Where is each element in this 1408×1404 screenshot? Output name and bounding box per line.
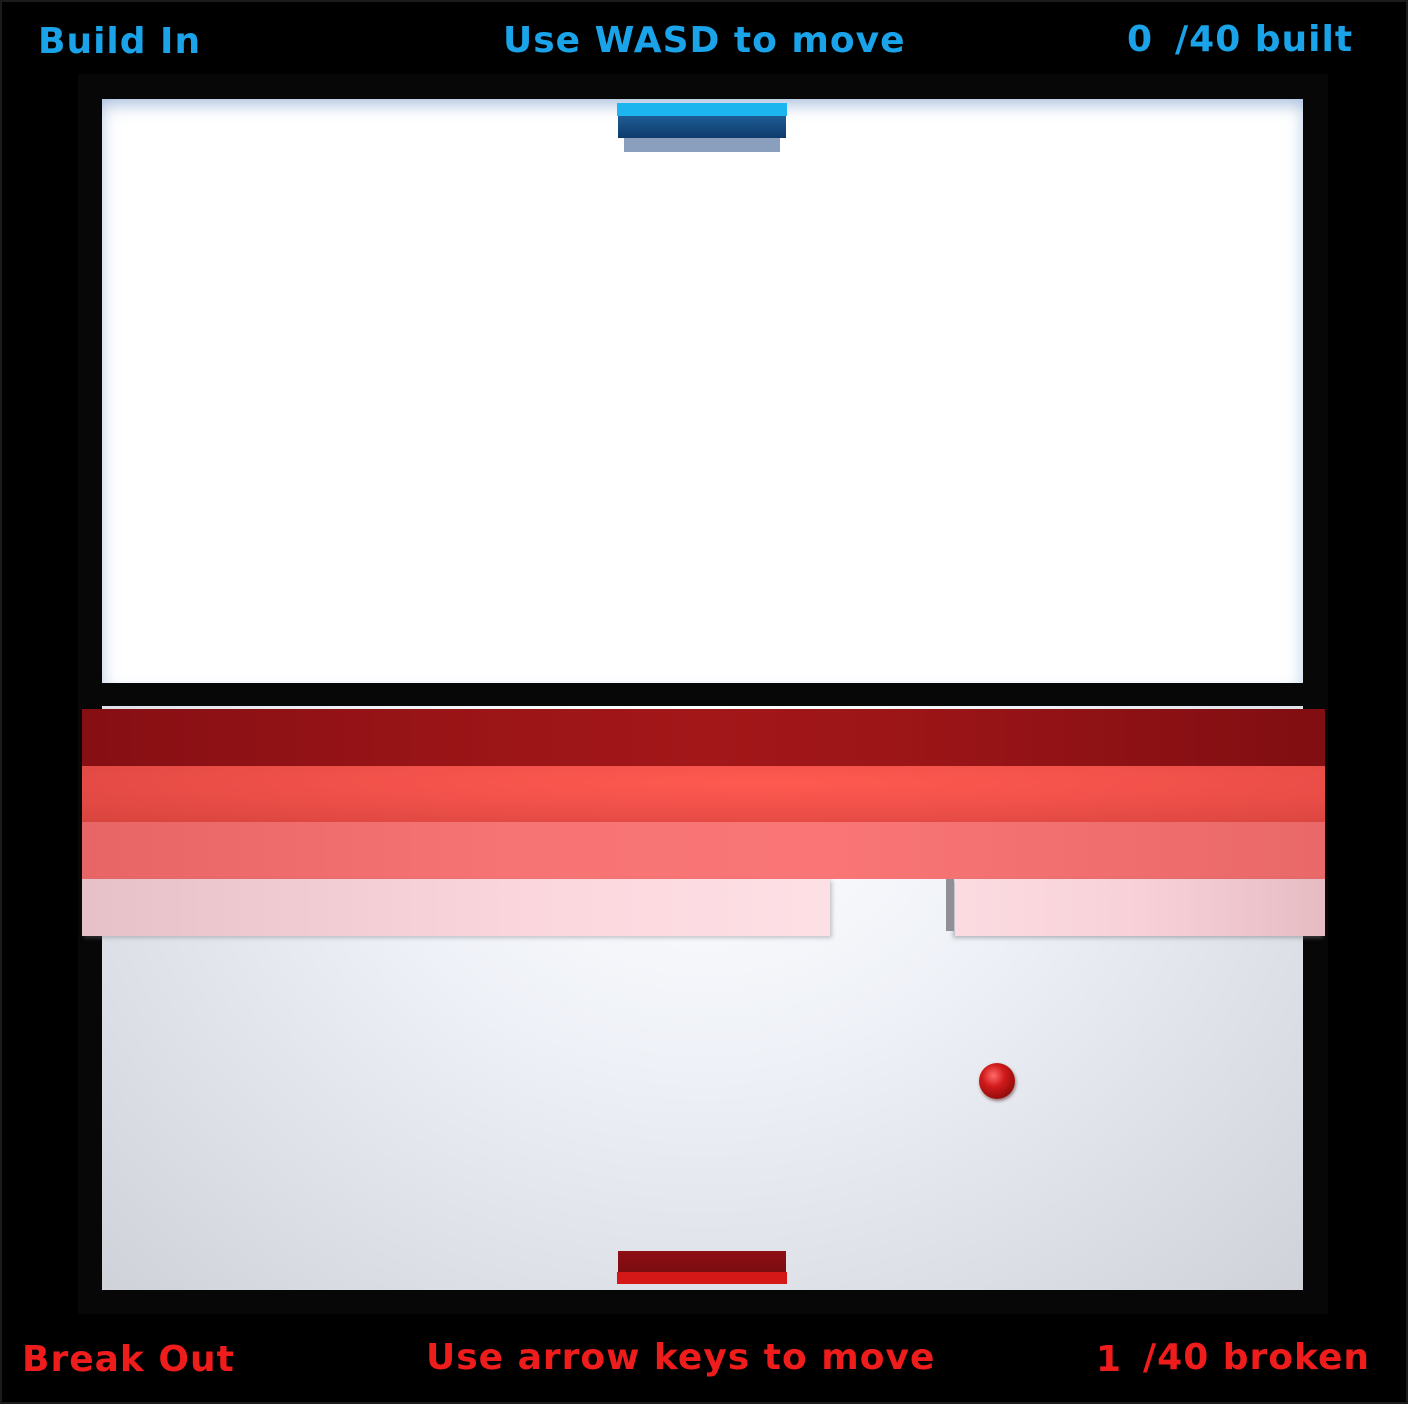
red-paddle-body: [618, 1251, 786, 1272]
blue-paddle-top: [617, 103, 787, 116]
build-in-title: Build In: [38, 21, 202, 62]
build-in-field: [102, 99, 1303, 683]
break-out-count-suffix: /40 broken: [1143, 1337, 1371, 1378]
break-out-instructions: Use arrow keys to move: [426, 1337, 936, 1378]
brick-wall: [82, 709, 1325, 936]
brick-row-4-right: [955, 879, 1325, 936]
red-paddle[interactable]: [617, 1251, 787, 1284]
ball: [979, 1063, 1015, 1099]
blue-paddle-body: [618, 116, 786, 138]
build-in-count-suffix: /40 built: [1175, 19, 1354, 60]
blue-paddle[interactable]: [617, 103, 787, 138]
brick-row-4-left: [82, 879, 830, 936]
brick-row-3: [82, 822, 1325, 879]
break-out-title: Break Out: [22, 1339, 235, 1380]
build-in-count: 0: [1127, 19, 1154, 60]
red-paddle-bottom: [617, 1272, 787, 1284]
brick-gap-edge: [946, 879, 954, 931]
brick-row-2: [82, 766, 1325, 822]
break-out-count: 1: [1096, 1339, 1123, 1380]
blue-paddle-shadow: [624, 138, 780, 152]
brick-row-1: [82, 709, 1325, 766]
build-in-instructions: Use WASD to move: [503, 20, 906, 61]
